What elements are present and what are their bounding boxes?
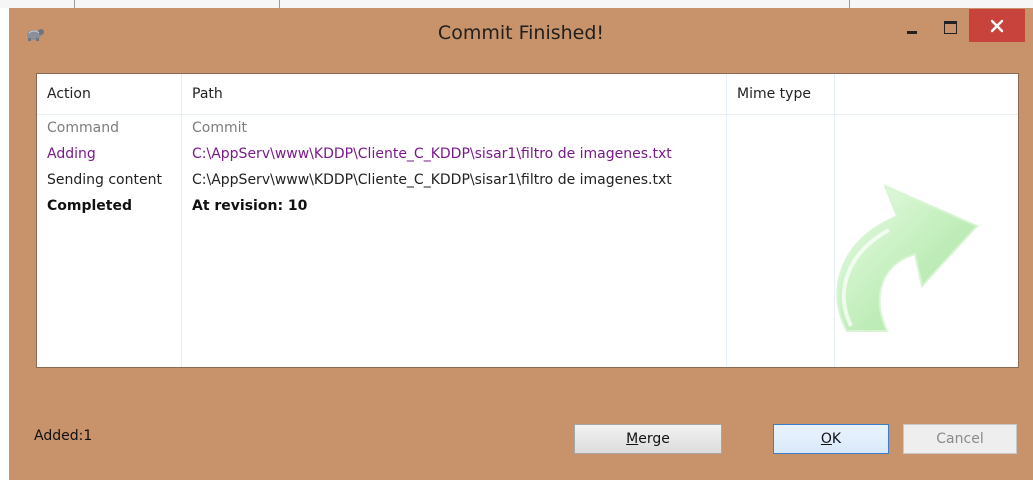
path-cell: At revision: 10 (192, 198, 308, 214)
minimize-icon[interactable] (895, 14, 929, 40)
path-cell: Commit (192, 120, 247, 136)
ok-button[interactable]: OK (773, 424, 889, 454)
title-bar[interactable]: Commit Finished! (9, 8, 1033, 58)
action-cell: Command (47, 120, 119, 136)
close-button[interactable] (969, 9, 1025, 42)
merge-mnemonic: M (626, 431, 639, 447)
list-item[interactable]: Completed At revision: 10 (37, 193, 737, 219)
window-title: Commit Finished! (437, 22, 605, 44)
divider (74, 0, 75, 8)
divider (279, 0, 280, 8)
commit-log-list[interactable]: Action Path Mime type Command Commit Add… (36, 73, 1019, 368)
action-cell: Sending content (47, 172, 162, 188)
status-text: Added:1 (34, 428, 93, 444)
cancel-button[interactable]: Cancel (903, 424, 1017, 454)
list-item[interactable]: Command Commit (37, 115, 737, 141)
list-item[interactable]: Adding C:\AppServ\www\KDDP\Cliente_C_KDD… (37, 141, 737, 167)
column-header-action[interactable]: Action (37, 74, 181, 114)
ok-mnemonic: O (820, 431, 832, 447)
commit-dialog: Commit Finished! Action Path Mime type C… (9, 8, 1033, 480)
ok-label: K (831, 431, 842, 447)
maximize-icon[interactable] (933, 14, 967, 40)
path-cell: C:\AppServ\www\KDDP\Cliente_C_KDDP\sisar… (192, 146, 672, 162)
column-header-path[interactable]: Path (182, 74, 726, 114)
green-arrow-icon (836, 184, 979, 332)
close-icon (990, 19, 1004, 32)
action-cell: Completed (47, 198, 133, 214)
list-header: Action Path Mime type (37, 74, 1018, 115)
list-item[interactable]: Sending content C:\AppServ\www\KDDP\Clie… (37, 167, 737, 193)
merge-label: erge (638, 431, 670, 447)
merge-button[interactable]: Merge (574, 424, 722, 454)
column-header-mime-type[interactable]: Mime type (727, 74, 834, 114)
background-strip (0, 0, 1033, 8)
divider (849, 0, 850, 8)
path-cell: C:\AppServ\www\KDDP\Cliente_C_KDDP\sisar… (192, 172, 672, 188)
action-cell: Adding (47, 146, 96, 162)
